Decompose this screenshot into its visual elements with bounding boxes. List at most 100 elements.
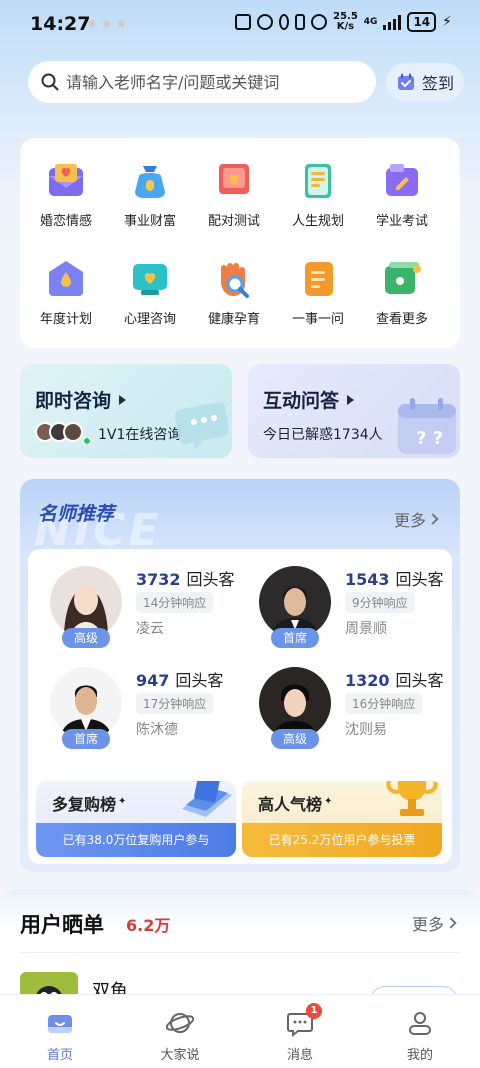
bottom-navigation: 首页 大家说 1 消息 我的 <box>0 994 480 1068</box>
planet-icon <box>165 1009 195 1037</box>
online-indicator <box>83 437 91 445</box>
calendar-question-icon: ? ? <box>398 398 456 454</box>
level-badge: 高级 <box>271 729 319 749</box>
signin-button[interactable]: 签到 <box>386 63 464 101</box>
category-label: 一事一问 <box>291 312 344 327</box>
count-value: 3732 <box>136 570 181 589</box>
more-cards-icon <box>381 258 423 300</box>
unread-badge: 1 <box>306 1003 322 1019</box>
teacher-recommend-section: NICE 名师推荐 更多 高级 3732 回头客 14分钟响应 凌云 首席 154… <box>20 479 460 872</box>
nav-community[interactable]: 大家说 <box>120 995 240 1068</box>
rank-desc: 已有38.0万位复购用户参与 <box>36 823 236 857</box>
chat-bubble-icon <box>174 401 230 450</box>
rank-desc: 已有25.2万位用户参与投票 <box>242 823 442 857</box>
avatar <box>63 422 83 442</box>
battery-icon: 14 <box>407 12 437 32</box>
nav-messages[interactable]: 1 消息 <box>240 995 360 1068</box>
category-counseling[interactable]: 心理咨询 <box>106 258 194 327</box>
nav-profile[interactable]: 我的 <box>360 995 480 1068</box>
teacher-card[interactable]: 首席 1543 回头客 9分钟响应 周景顺 <box>259 566 459 656</box>
nav-home[interactable]: 首页 <box>0 995 120 1068</box>
interactive-qa-title: 互动问答 <box>263 386 355 413</box>
sparkle-icon: ✦ <box>118 795 127 807</box>
return-customer-count: 3732 回头客 <box>136 566 235 590</box>
count-label: 回头客 <box>175 671 224 690</box>
category-study-exam[interactable]: 学业考试 <box>358 160 446 229</box>
category-label: 健康孕育 <box>207 312 260 327</box>
nav-label: 首页 <box>46 1048 73 1063</box>
category-label: 人生规划 <box>291 214 344 229</box>
instant-consult-title-text: 即时咨询 <box>35 390 112 412</box>
user-show-more-link[interactable]: 更多 <box>412 911 457 935</box>
network-type: 4G <box>363 17 378 27</box>
more-label: 更多 <box>394 511 427 530</box>
status-time: 14:27 <box>30 13 91 35</box>
return-customer-count: 1543 回头客 <box>345 566 444 590</box>
teacher-name: 沈则易 <box>345 722 387 738</box>
level-badge: 首席 <box>271 628 319 648</box>
online-teacher-avatars <box>35 422 83 442</box>
count-label: 回头客 <box>395 570 444 589</box>
category-one-question[interactable]: 一事一问 <box>274 258 362 327</box>
repurchase-rank-card[interactable]: 多复购榜 ✦ 已有38.0万位复购用户参与 <box>36 781 236 857</box>
money-bag-icon <box>129 160 171 202</box>
count-value: 1543 <box>345 570 390 589</box>
interactive-qa-title-text: 互动问答 <box>263 390 340 412</box>
teacher-name: 周景顺 <box>345 621 387 637</box>
scroll-icon <box>297 160 339 202</box>
category-annual-plan[interactable]: 年度计划 <box>22 258 110 327</box>
popularity-rank-card[interactable]: 高人气榜 ✦ 已有25.2万位用户参与投票 <box>242 781 442 857</box>
category-label: 查看更多 <box>375 312 428 327</box>
interactive-qa-card[interactable]: 互动问答 今日已解惑1734人 ? ? <box>248 364 460 458</box>
search-bar[interactable] <box>28 61 376 103</box>
nav-label: 大家说 <box>160 1048 200 1063</box>
count-value: 947 <box>136 671 170 690</box>
nfc-icon <box>235 14 252 30</box>
level-badge: 高级 <box>62 628 110 648</box>
response-time: 16分钟响应 <box>345 693 423 714</box>
rank-title-text: 高人气榜 <box>258 795 323 814</box>
alarm-icon <box>257 14 274 30</box>
teacher-name: 陈沐德 <box>136 722 178 738</box>
pair-ribbon-icon <box>213 160 255 202</box>
house-drop-icon <box>45 258 87 300</box>
category-grid: 婚恋情感 事业财富 配对测试 人生规划 学业考试 年度计划 心理咨询 健康孕育 … <box>20 138 460 348</box>
response-time: 17分钟响应 <box>136 693 214 714</box>
heart-envelope-icon <box>45 160 87 202</box>
status-icons: 25.5 K/s 4G 14 ⚡ <box>235 12 452 32</box>
note-list-icon <box>297 258 339 300</box>
chevron-right-icon <box>445 917 457 929</box>
section-title: 用户晒单 <box>20 913 104 937</box>
category-view-more[interactable]: 查看更多 <box>358 258 446 327</box>
search-icon <box>41 73 59 91</box>
return-customer-count: 947 回头客 <box>136 667 223 691</box>
network-speed-unit: K/s <box>336 21 355 32</box>
category-marriage[interactable]: 婚恋情感 <box>22 160 110 229</box>
category-label: 婚恋情感 <box>39 214 92 229</box>
category-label: 配对测试 <box>207 214 260 229</box>
response-time: 14分钟响应 <box>136 592 214 613</box>
teacher-card[interactable]: 高级 1320 回头客 16分钟响应 沈则易 <box>259 667 459 757</box>
category-career[interactable]: 事业财富 <box>106 160 194 229</box>
category-label: 年度计划 <box>39 312 92 327</box>
category-label: 事业财富 <box>123 214 176 229</box>
ranking-book-icon <box>182 781 232 817</box>
signin-label: 签到 <box>421 74 454 93</box>
divider <box>20 952 460 953</box>
category-pairing[interactable]: 配对测试 <box>190 160 278 229</box>
charging-icon: ⚡ <box>442 14 452 30</box>
teacher-list: 高级 3732 回头客 14分钟响应 凌云 首席 1543 回头客 9分钟响应 周景… <box>28 549 452 864</box>
heart-screen-icon <box>129 258 171 300</box>
search-input[interactable] <box>66 72 356 92</box>
teacher-card[interactable]: 高级 3732 回头客 14分钟响应 凌云 <box>50 566 250 656</box>
teachers-more-link[interactable]: 更多 <box>394 507 439 531</box>
count-value: 1320 <box>345 671 390 690</box>
teacher-card[interactable]: 首席 947 回头客 17分钟响应 陈沐德 <box>50 667 250 757</box>
category-health[interactable]: 健康孕育 <box>190 258 278 327</box>
instant-consult-card[interactable]: 即时咨询 1V1在线咨询 <box>20 364 232 458</box>
mute-icon <box>311 14 328 30</box>
network-speed: 25.5 K/s <box>333 12 358 32</box>
category-life-planning[interactable]: 人生规划 <box>274 160 362 229</box>
more-label: 更多 <box>412 915 445 934</box>
arrow-right-icon <box>119 394 127 405</box>
